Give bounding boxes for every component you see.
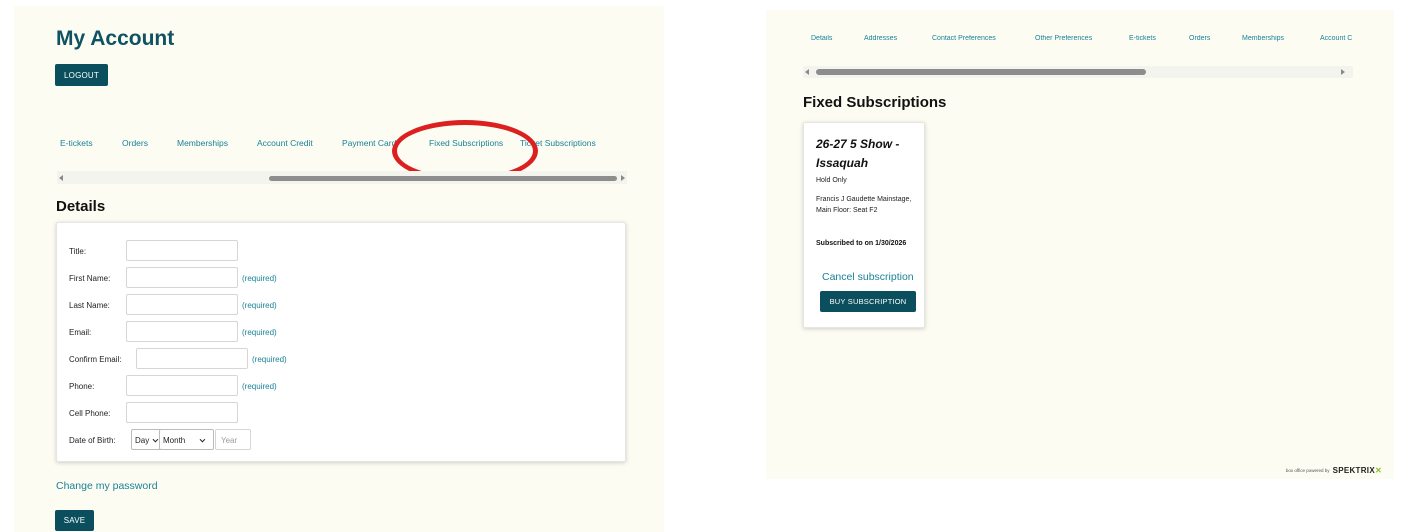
title-field[interactable] bbox=[126, 240, 238, 261]
screenshot-stage: My Account LOGOUT E-tickets Orders Membe… bbox=[0, 0, 1416, 532]
chevron-down-icon bbox=[199, 436, 206, 443]
spektrix-mark-icon: ✕ bbox=[1374, 466, 1382, 475]
tabs-scrollbar[interactable] bbox=[57, 171, 627, 184]
cell-phone-field[interactable] bbox=[126, 402, 238, 423]
brand-name: SPEKTRIX bbox=[1332, 466, 1375, 475]
powered-by-footer: box office powered by SPEKTRIX✕ bbox=[1286, 466, 1382, 475]
tab-details[interactable]: Details bbox=[811, 35, 832, 42]
dob-row: Date of Birth: Day Month Year bbox=[69, 429, 309, 451]
dob-month-value: Month bbox=[163, 436, 186, 445]
subscription-card: 26-27 5 Show - Issaquah Hold Only Franci… bbox=[803, 122, 925, 328]
first-name-field[interactable] bbox=[126, 267, 238, 288]
tab-e-tickets[interactable]: E-tickets bbox=[60, 138, 93, 148]
subscription-seat: Francis J Gaudette Mainstage, Main Floor… bbox=[816, 196, 912, 214]
dob-month-select[interactable]: Month bbox=[159, 429, 214, 450]
spektrix-logo[interactable]: SPEKTRIX✕ bbox=[1333, 466, 1382, 475]
logout-button[interactable]: LOGOUT bbox=[55, 64, 108, 86]
tab-addresses[interactable]: Addresses bbox=[864, 35, 897, 42]
last-name-field[interactable] bbox=[126, 294, 238, 315]
fixed-subscriptions-heading: Fixed Subscriptions bbox=[803, 94, 947, 111]
tab-other-preferences[interactable]: Other Preferences bbox=[1035, 35, 1092, 42]
account-tabs: Details Addresses Contact Preferences Ot… bbox=[811, 35, 1371, 47]
dob-year-field[interactable]: Year bbox=[215, 429, 251, 450]
dob-day-value: Day bbox=[135, 436, 150, 445]
fixed-subscriptions-panel: Details Addresses Contact Preferences Ot… bbox=[766, 10, 1394, 479]
save-button[interactable]: SAVE bbox=[55, 510, 94, 531]
details-form: Title: First Name: (required) Last Name:… bbox=[56, 222, 626, 462]
cell-phone-label: Cell Phone: bbox=[69, 409, 111, 418]
scroll-right-arrow-icon[interactable] bbox=[1341, 69, 1345, 75]
details-heading: Details bbox=[56, 198, 106, 215]
tab-account-credit[interactable]: Account C bbox=[1320, 35, 1352, 42]
page-title: My Account bbox=[56, 27, 175, 50]
tab-contact-preferences[interactable]: Contact Preferences bbox=[932, 35, 996, 42]
tab-orders[interactable]: Orders bbox=[122, 138, 148, 148]
confirm-email-field[interactable] bbox=[136, 348, 248, 369]
subscription-date: Subscribed to on 1/30/2026 bbox=[816, 240, 907, 247]
scroll-left-arrow-icon[interactable] bbox=[805, 69, 809, 75]
confirm-email-label: Confirm Email: bbox=[69, 355, 122, 364]
subscription-name: 26-27 5 Show - Issaquah bbox=[816, 137, 900, 170]
buy-subscription-button[interactable]: BUY SUBSCRIPTION bbox=[820, 291, 916, 312]
powered-by-text: box office powered by bbox=[1285, 468, 1330, 473]
dob-day-select[interactable]: Day bbox=[131, 429, 161, 450]
phone-field[interactable] bbox=[126, 375, 238, 396]
tab-account-credit[interactable]: Account Credit bbox=[257, 138, 313, 148]
tab-orders[interactable]: Orders bbox=[1189, 35, 1210, 42]
change-password-link[interactable]: Change my password bbox=[56, 480, 158, 492]
chevron-down-icon bbox=[152, 436, 159, 443]
email-label: Email: bbox=[69, 328, 92, 337]
email-field[interactable] bbox=[126, 321, 238, 342]
cancel-subscription-link[interactable]: Cancel subscription bbox=[822, 271, 914, 283]
first-name-label: First Name: bbox=[69, 274, 111, 283]
last-name-label: Last Name: bbox=[69, 301, 110, 310]
required-note: (required) bbox=[252, 355, 287, 364]
required-note: (required) bbox=[242, 301, 277, 310]
tabs-scrollbar[interactable] bbox=[803, 66, 1353, 78]
phone-label: Phone: bbox=[69, 382, 95, 391]
scroll-right-arrow-icon[interactable] bbox=[621, 175, 625, 181]
title-label: Title: bbox=[69, 247, 87, 256]
required-note: (required) bbox=[242, 274, 277, 283]
account-details-panel: My Account LOGOUT E-tickets Orders Membe… bbox=[14, 6, 664, 532]
tab-payment-card[interactable]: Payment Card bbox=[342, 138, 400, 148]
scroll-left-arrow-icon[interactable] bbox=[59, 175, 63, 181]
tab-e-tickets[interactable]: E-tickets bbox=[1129, 35, 1156, 42]
subscription-status: Hold Only bbox=[816, 177, 847, 184]
tab-memberships[interactable]: Memberships bbox=[177, 138, 228, 148]
dob-label: Date of Birth: bbox=[69, 436, 116, 445]
required-note: (required) bbox=[242, 382, 277, 391]
scrollbar-thumb[interactable] bbox=[269, 176, 617, 181]
tab-memberships[interactable]: Memberships bbox=[1242, 35, 1284, 42]
scrollbar-thumb[interactable] bbox=[816, 69, 1146, 75]
required-note: (required) bbox=[242, 328, 277, 337]
